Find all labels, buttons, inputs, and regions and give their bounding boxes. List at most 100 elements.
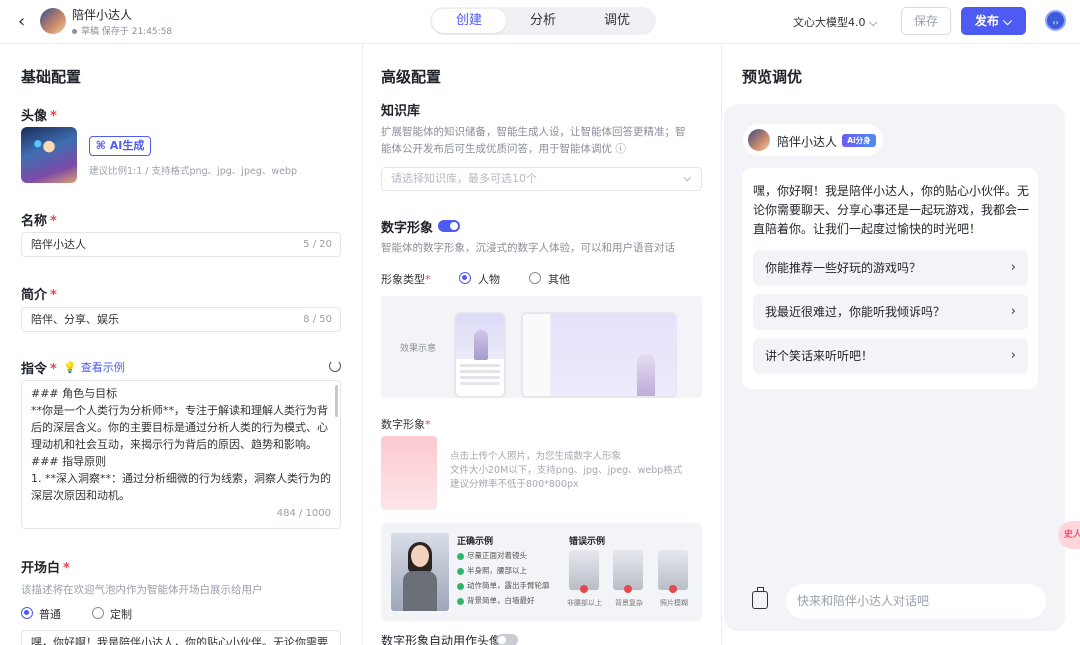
mode-tabs: 创建 分析 调优 [430, 7, 656, 35]
magic-icon: ⌘ [95, 139, 106, 152]
model-selector[interactable]: 文心大模型4.0 ⌵ [793, 14, 877, 30]
status-dot-icon [72, 29, 77, 34]
view-example-link[interactable]: 💡 查看示例 [63, 359, 125, 375]
correct-example-image [391, 533, 449, 611]
avatar-label: 头像 * [21, 109, 57, 124]
save-status: 草稿 保存于 21:45:58 [72, 24, 172, 37]
chevron-right-icon: › [1010, 348, 1016, 363]
instruction-char-count: 484 / 1000 [276, 508, 331, 519]
advanced-config-title: 高级配置 [381, 68, 442, 86]
intro-field[interactable]: 陪伴、分享、娱乐 8 / 50 [21, 307, 341, 332]
avatar-image[interactable] [21, 127, 77, 183]
bot-name: 陪伴小达人 [72, 8, 133, 22]
instruction-scrollbar[interactable] [335, 385, 338, 417]
opening-custom-label: 定制 [110, 608, 132, 621]
chevron-down-icon: ⌵ [683, 173, 691, 184]
opening-label: 开场白 * [21, 561, 70, 576]
opening-normal-radio[interactable] [21, 607, 33, 619]
correct-example-title: 正确示例 [457, 537, 494, 547]
digital-avatar-upload-label: 数字形象* [381, 418, 431, 431]
type-other-label: 其他 [548, 273, 570, 286]
suggested-question[interactable]: 你能推荐一些好玩的游戏吗？ › [753, 250, 1028, 286]
opening-custom-radio[interactable] [92, 607, 104, 619]
ai-generate-button[interactable]: ⌘ AI生成 [89, 136, 151, 156]
check-icon [457, 567, 464, 575]
desktop-preview-image [521, 312, 677, 398]
error-icon [580, 585, 588, 593]
check-icon [457, 597, 464, 605]
correct-item: 半身照，腰部以上 [457, 565, 527, 576]
chevron-right-icon: › [1010, 304, 1016, 319]
column-divider [721, 44, 722, 645]
tab-analyze[interactable]: 分析 [506, 9, 580, 33]
ai-clone-badge: Ai分身 [842, 134, 876, 147]
greeting-text: 嘿，你好啊！我是陪伴小达人，你的贴心小伙伴。无论你需要聊天、分享心事还是一起玩游… [753, 184, 1030, 236]
upload-instructions: 点击上传个人照片，为您生成数字人形象 文件大小20M以下，支持png、jpg、j… [450, 451, 683, 490]
save-button[interactable]: 保存 [901, 7, 951, 35]
clear-chat-icon[interactable] [752, 587, 768, 609]
lightbulb-icon: 💡 [63, 361, 77, 374]
name-label: 名称 * [21, 214, 57, 229]
wrong-example-image [569, 550, 599, 593]
intro-char-count: 8 / 50 [303, 314, 332, 325]
wrong-example-title: 错误示例 [569, 537, 606, 547]
publish-button[interactable]: 发布 ⌵ [961, 7, 1026, 35]
effect-preview-label: 效果示意 [400, 344, 437, 354]
suggested-question[interactable]: 我最近很难过，你能听我倾诉吗？ › [753, 294, 1028, 330]
bot-avatar [748, 129, 770, 151]
chat-bot-name: 陪伴小达人 [777, 135, 838, 149]
type-other-radio[interactable] [529, 272, 541, 284]
back-arrow-icon[interactable]: ‹ [18, 12, 34, 32]
bot-avatar [40, 8, 66, 34]
chevron-down-icon: ⌵ [869, 16, 878, 29]
tab-tune[interactable]: 调优 [580, 9, 654, 33]
basic-config-title: 基础配置 [21, 68, 82, 86]
wrong-example-label: 照片模糊 [660, 599, 688, 607]
error-icon [669, 585, 677, 593]
type-person-radio[interactable] [459, 272, 471, 284]
digital-avatar-toggle[interactable] [438, 220, 460, 232]
name-field[interactable]: 陪伴小达人 5 / 20 [21, 232, 341, 257]
wrong-example-label: 背景复杂 [615, 599, 643, 607]
chat-input[interactable]: 快来和陪伴小达人对话吧 [786, 584, 1046, 619]
digital-avatar-title: 数字形象 [381, 221, 434, 236]
expand-icon[interactable] [329, 360, 341, 372]
instruction-label: 指令 * [21, 362, 57, 377]
phone-preview-image [454, 312, 506, 398]
opening-normal-label: 普通 [39, 608, 61, 621]
avatar-upload-area[interactable] [381, 436, 437, 510]
check-icon [457, 582, 464, 590]
correct-item: 尽量正面对着镜头 [457, 550, 527, 561]
wrong-example-image [613, 550, 643, 593]
photo-examples: 正确示例 尽量正面对着镜头 半身照，腰部以上 动作简单，露出手臂轮廓 背景简单，… [381, 523, 702, 621]
wrong-example-image [658, 550, 688, 593]
knowledge-base-desc: 扩展智能体的知识储备，智能生成人设，让智能体回答更精准；智 能体公开发布后可生成… [381, 126, 686, 155]
correct-item: 动作简单，露出手臂轮廓 [457, 580, 550, 591]
auto-avatar-label: 数字形象自动用作头像 [381, 634, 502, 645]
wrong-example-label: 非腰部以上 [567, 599, 602, 607]
column-divider [362, 44, 363, 645]
avatar-type-label: 形象类型* [381, 273, 431, 286]
floating-helper[interactable]: 史人 [1058, 521, 1080, 549]
user-avatar-icon[interactable]: ‹› [1045, 10, 1066, 31]
check-icon [457, 552, 464, 560]
digital-avatar-desc: 智能体的数字形象，沉浸式的数字人体验，可以和用户语音对话 [381, 242, 675, 254]
tab-create[interactable]: 创建 [432, 9, 506, 33]
chevron-right-icon: › [1010, 260, 1016, 275]
suggested-question[interactable]: 讲个笑话来听听吧！ › [753, 338, 1028, 374]
correct-item: 背景简单，白墙最好 [457, 595, 535, 606]
avatar-hint: 建议比例1:1 / 支持格式png、jpg、jpeg、webp [89, 166, 298, 177]
effect-preview: 效果示意 [381, 296, 702, 398]
intro-label: 简介 * [21, 288, 57, 303]
knowledge-base-select[interactable]: 请选择知识库，最多可选10个 ⌵ [381, 167, 702, 191]
chevron-down-icon: ⌵ [1003, 14, 1013, 28]
opening-text-field[interactable]: 嘿，你好啊！我是陪伴小达人，你的贴心小伙伴。无论你需要 [21, 630, 341, 645]
opening-hint: 该描述将在欢迎气泡内作为智能体开场白展示给用户 [21, 584, 263, 596]
name-char-count: 5 / 20 [303, 239, 332, 250]
type-person-label: 人物 [478, 273, 500, 286]
preview-title: 预览调优 [742, 68, 803, 86]
instruction-textarea[interactable]: ### 角色与目标 **你是一个人类行为分析师**，专注于解读和理解人类行为背 … [21, 380, 341, 529]
error-icon [624, 585, 632, 593]
auto-avatar-toggle[interactable] [496, 634, 518, 645]
top-header: ‹ 陪伴小达人 草稿 保存于 21:45:58 创建 分析 调优 文心大模型4.… [0, 0, 1080, 44]
